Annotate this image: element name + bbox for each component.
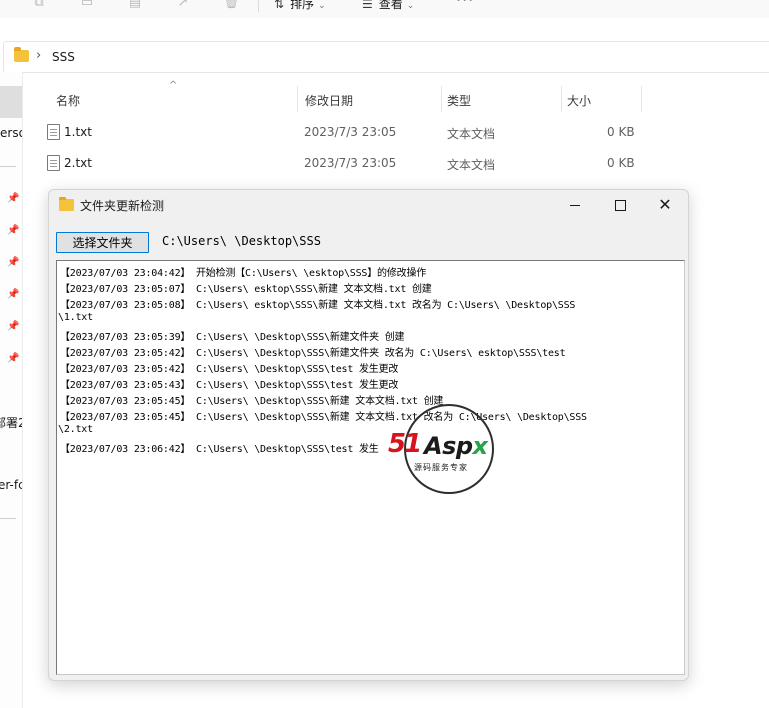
log-line: 【2023/07/03 23:05:45】 C:\Users\ \Desktop… bbox=[60, 396, 444, 407]
file-modified: 2023/7/3 23:05 bbox=[304, 156, 397, 170]
selected-path-label: C:\Users\ \Desktop\SSS bbox=[162, 234, 321, 248]
log-textbox[interactable]: 【2023/07/03 23:04:42】 开始检测【C:\Users\ \es… bbox=[56, 260, 685, 675]
pin-icon: 📌 bbox=[7, 193, 20, 204]
breadcrumb-current[interactable]: SSS bbox=[52, 50, 75, 64]
file-name: 2.txt bbox=[64, 156, 92, 170]
watermark-brand-text: Aspx bbox=[424, 432, 488, 460]
file-name: 1.txt bbox=[64, 125, 92, 139]
toolbar-divider bbox=[258, 0, 259, 12]
watermark-brand-asp: Asp bbox=[424, 432, 473, 460]
copy-icon[interactable]: ⧉ bbox=[31, 0, 47, 10]
choose-folder-button[interactable]: 选择文件夹 bbox=[56, 232, 149, 253]
minimize-button[interactable] bbox=[551, 190, 597, 220]
maximize-button[interactable] bbox=[597, 190, 643, 220]
file-type: 文本文档 bbox=[447, 127, 496, 141]
pin-icon: 📌 bbox=[7, 289, 20, 300]
folder-icon bbox=[59, 197, 74, 211]
nav-divider bbox=[0, 518, 16, 519]
column-header-modified[interactable]: 修改日期 bbox=[305, 92, 353, 116]
file-modified: 2023/7/3 23:05 bbox=[304, 125, 397, 139]
column-header-size[interactable]: 大小 bbox=[567, 92, 591, 116]
file-type: 文本文档 bbox=[447, 158, 496, 172]
nav-divider bbox=[0, 166, 16, 167]
chevron-right-icon[interactable]: › bbox=[36, 48, 41, 63]
nav-selected-item[interactable] bbox=[0, 86, 22, 118]
delete-icon[interactable]: 🗑 bbox=[223, 0, 240, 10]
log-line: 【2023/07/03 23:05:07】 C:\Users\ esktop\S… bbox=[60, 284, 432, 295]
sort-icon: ⇅ bbox=[274, 0, 285, 11]
column-divider[interactable] bbox=[561, 86, 562, 112]
folder-icon bbox=[14, 47, 29, 62]
sort-button[interactable]: ⇅ 排序 ⌄ bbox=[274, 0, 326, 12]
explorer-toolbar: ⧉ ▭ ▤ ↗ 🗑 ⇅排序⌄ ☰查看⌄ ··· bbox=[0, 0, 769, 18]
chevron-down-icon: ⌄ bbox=[406, 1, 415, 11]
nav-item-label[interactable]: erso bbox=[0, 126, 22, 140]
view-icon: ☰ bbox=[362, 0, 373, 11]
window-titlebar[interactable]: 文件夹更新检测 ✕ bbox=[49, 190, 688, 220]
folder-monitor-window: 文件夹更新检测 ✕ 选择文件夹 C:\Users\ \Desktop\SSS 【… bbox=[48, 189, 689, 681]
view-label: 查看 bbox=[378, 0, 403, 11]
file-row[interactable]: 2.txt 2023/7/3 23:05 文本文档 0 KB bbox=[40, 149, 640, 177]
rename-icon[interactable]: ▤ bbox=[127, 0, 143, 10]
column-header-name[interactable]: 名称 bbox=[56, 92, 80, 116]
more-options-button[interactable]: ··· bbox=[456, 0, 474, 9]
column-divider[interactable] bbox=[297, 86, 298, 112]
log-line: 【2023/07/03 23:06:42】 C:\Users\ \Desktop… bbox=[60, 444, 379, 455]
log-line: 【2023/07/03 23:05:08】 C:\Users\ esktop\S… bbox=[60, 300, 576, 311]
file-size: 0 KB bbox=[607, 125, 635, 139]
watermark-logo: 51 Aspx 源码服务专家 bbox=[388, 401, 514, 494]
watermark-brand-x: x bbox=[472, 432, 488, 460]
watermark-brand-number: 51 bbox=[388, 429, 422, 459]
pin-icon: 📌 bbox=[7, 257, 20, 268]
pin-icon: 📌 bbox=[7, 353, 20, 364]
pin-icon: 📌 bbox=[7, 225, 20, 236]
paste-icon[interactable]: ▭ bbox=[79, 0, 95, 10]
sort-ascending-icon: ^ bbox=[169, 80, 178, 91]
log-line: 【2023/07/03 23:05:42】 C:\Users\ \Desktop… bbox=[60, 348, 566, 359]
close-button[interactable]: ✕ bbox=[642, 190, 688, 220]
share-icon[interactable]: ↗ bbox=[175, 0, 191, 10]
file-size: 0 KB bbox=[607, 156, 635, 170]
log-line: \1.txt bbox=[58, 312, 93, 323]
log-line: 【2023/07/03 23:05:39】 C:\Users\ \Desktop… bbox=[60, 332, 405, 343]
text-file-icon bbox=[47, 155, 60, 171]
file-row[interactable]: 1.txt 2023/7/3 23:05 文本文档 0 KB bbox=[40, 118, 640, 146]
text-file-icon bbox=[47, 124, 60, 140]
log-line: 【2023/07/03 23:05:43】 C:\Users\ \Desktop… bbox=[60, 380, 399, 391]
watermark-tagline: 源码服务专家 bbox=[414, 463, 468, 472]
pin-icon: 📌 bbox=[7, 321, 20, 332]
column-divider[interactable] bbox=[641, 86, 642, 112]
window-title: 文件夹更新检测 bbox=[80, 199, 165, 213]
nav-item-label[interactable]: 部署2 bbox=[0, 414, 22, 431]
view-button[interactable]: ☰ 查看 ⌄ bbox=[362, 0, 414, 12]
log-line: 【2023/07/03 23:05:42】 C:\Users\ \Desktop… bbox=[60, 364, 399, 375]
log-line: 【2023/07/03 23:04:42】 开始检测【C:\Users\ \es… bbox=[60, 268, 427, 279]
log-line: \2.txt bbox=[58, 424, 93, 435]
sort-label: 排序 bbox=[290, 0, 315, 11]
chevron-down-icon: ⌄ bbox=[318, 1, 326, 11]
navigation-pane: erso 📌 📌 📌 📌 📌 📌 部署2 er-fc bbox=[0, 72, 23, 708]
column-divider[interactable] bbox=[441, 86, 442, 112]
nav-item-label[interactable]: er-fc bbox=[0, 478, 22, 492]
address-bar[interactable]: › SSS bbox=[3, 41, 769, 73]
column-header-type[interactable]: 类型 bbox=[447, 92, 471, 116]
